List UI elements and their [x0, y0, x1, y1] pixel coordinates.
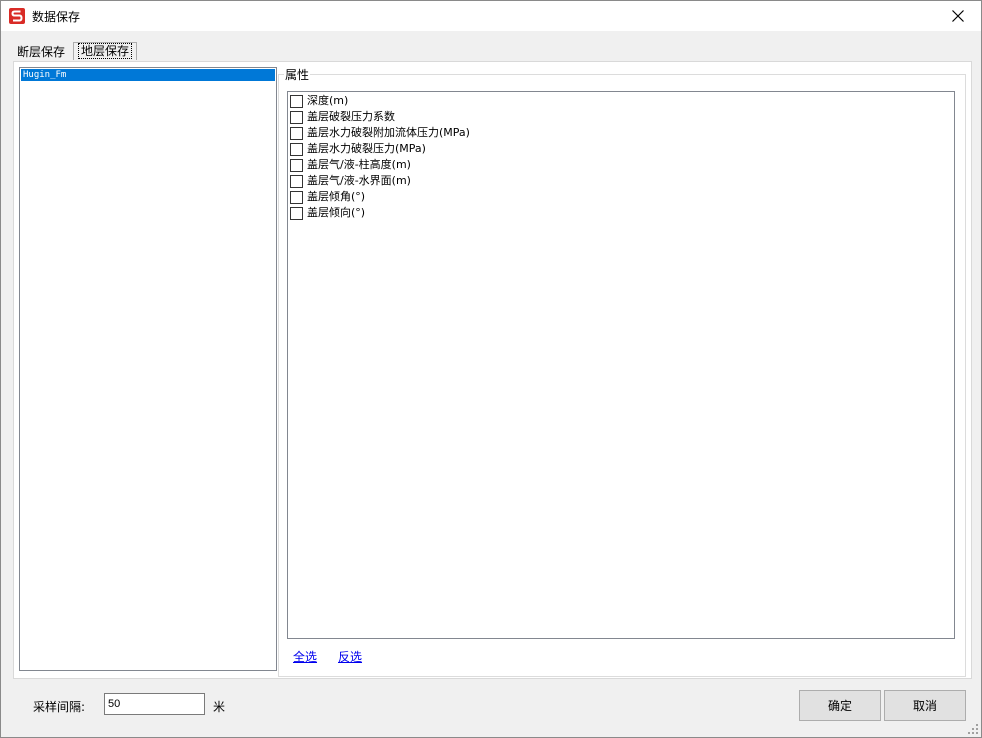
sampling-interval-input[interactable]: 50 — [104, 693, 205, 715]
property-checkbox[interactable] — [290, 207, 303, 220]
tab-fault-save[interactable]: 断层保存 — [13, 43, 69, 62]
property-checkbox[interactable] — [290, 159, 303, 172]
title-bar[interactable]: 数据保存 — [1, 1, 981, 31]
properties-group-label: 属性 — [284, 66, 311, 83]
horizon-list-item[interactable]: Hugin_Fm — [21, 69, 275, 81]
tab-label: 地层保存 — [78, 43, 133, 59]
window-title: 数据保存 — [32, 10, 81, 24]
property-checkbox[interactable] — [290, 175, 303, 188]
property-label: 盖层气/液-水界面(m) — [307, 174, 411, 187]
ok-button[interactable]: 确定 — [799, 690, 881, 721]
property-checkbox[interactable] — [290, 143, 303, 156]
property-label: 盖层水力破裂压力(MPa) — [307, 142, 426, 155]
properties-checklist[interactable]: 深度(m) 盖层破裂压力系数 盖层水力破裂附加流体压力(MPa) 盖层水力破裂压… — [287, 91, 955, 639]
sampling-interval-label: 采样间隔: — [33, 700, 86, 714]
tab-horizon-save[interactable]: 地层保存 — [73, 42, 138, 60]
tab-label: 断层保存 — [17, 45, 66, 59]
invert-selection-link[interactable]: 反选 — [338, 648, 362, 665]
save-data-dialog: 数据保存 断层保存 地层保存 Hugin_Fm 属性 深度(m) 盖层破裂压力系… — [0, 0, 982, 738]
property-label: 盖层水力破裂附加流体压力(MPa) — [307, 126, 470, 139]
resize-grip-icon[interactable] — [968, 724, 978, 734]
property-label: 深度(m) — [307, 94, 349, 107]
property-checkbox[interactable] — [290, 111, 303, 124]
horizon-list[interactable]: Hugin_Fm — [19, 67, 277, 671]
property-checkbox[interactable] — [290, 191, 303, 204]
close-icon — [952, 10, 964, 22]
property-label: 盖层气/液-柱高度(m) — [307, 158, 411, 171]
close-button[interactable] — [935, 1, 981, 31]
sampling-unit-label: 米 — [213, 700, 226, 714]
property-label: 盖层倾角(°) — [307, 190, 366, 203]
select-all-link[interactable]: 全选 — [293, 648, 317, 665]
app-logo-icon — [9, 8, 25, 24]
cancel-button[interactable]: 取消 — [884, 690, 966, 721]
property-checkbox[interactable] — [290, 95, 303, 108]
property-label: 盖层破裂压力系数 — [307, 110, 395, 123]
property-checkbox[interactable] — [290, 127, 303, 140]
property-label: 盖层倾向(°) — [307, 206, 366, 219]
